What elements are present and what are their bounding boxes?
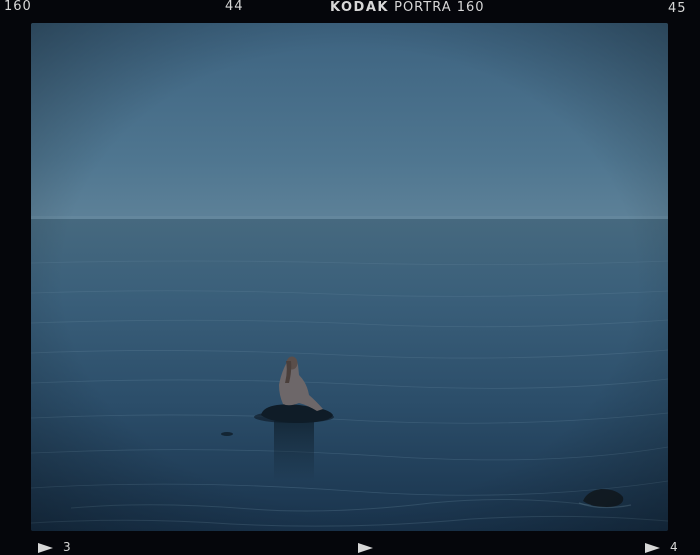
film-frame: 160 44 KODAK PORTRA 160 45 3 4 — [0, 0, 700, 555]
frame-arrow-icon — [645, 542, 660, 553]
film-brand-name: KODAK — [330, 0, 389, 15]
film-stock-name: PORTRA 160 — [394, 0, 485, 15]
frame-arrow-icon — [358, 542, 373, 553]
frame-number-left: 3 — [63, 540, 72, 554]
photo-scene — [31, 23, 668, 531]
frame-marker-left: 3 — [38, 541, 72, 553]
frame-marker-center — [358, 541, 383, 553]
film-edge-number-top-right: 45 — [668, 1, 687, 16]
vignette — [31, 23, 668, 531]
frame-number-right: 4 — [670, 540, 679, 554]
film-edge-number-top-left: 160 — [4, 0, 32, 14]
frame-arrow-icon — [38, 542, 53, 553]
film-brand-label: KODAK PORTRA 160 — [330, 1, 485, 14]
film-edge-number-top-center: 44 — [225, 0, 244, 14]
frame-marker-right: 4 — [645, 541, 679, 553]
photograph — [31, 23, 668, 531]
